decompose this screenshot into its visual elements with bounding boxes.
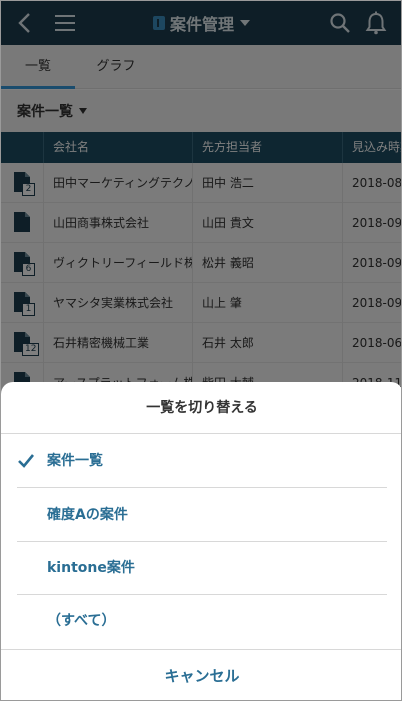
checkmark-icon (18, 454, 35, 468)
sheet-option-label: 案件一覧 (47, 453, 103, 469)
sheet-title: 一覧を切り替える (1, 382, 401, 434)
sheet-option-confidence-a[interactable]: 確度Aの案件 (1, 489, 401, 542)
app-window: 案件管理 一覧 グラフ 案件一覧 会社名 先方担当者 見込み時期 2田中マーケテ… (0, 0, 402, 701)
sheet-option-label: 確度Aの案件 (47, 507, 128, 523)
sheet-option-all[interactable]: （すべて） (1, 595, 401, 648)
sheet-option-case-list[interactable]: 案件一覧 (1, 435, 401, 488)
divider (17, 487, 387, 488)
sheet-option-label: kintone案件 (47, 560, 135, 576)
view-switch-sheet: 一覧を切り替える 案件一覧 確度Aの案件 kintone案件 （すべて） キャン… (1, 382, 401, 700)
sheet-option-label: （すべて） (47, 613, 116, 629)
sheet-option-kintone[interactable]: kintone案件 (1, 542, 401, 595)
cancel-button[interactable]: キャンセル (1, 649, 401, 700)
